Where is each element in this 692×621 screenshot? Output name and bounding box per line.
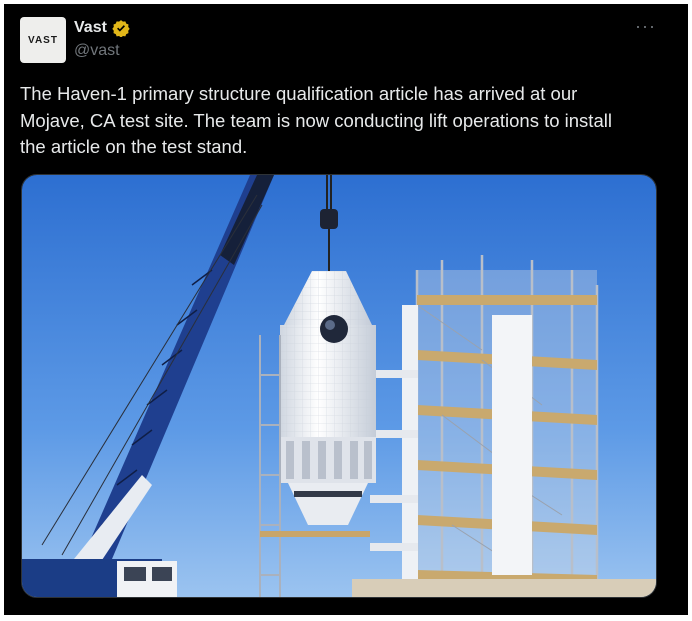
avatar-logo: VAST xyxy=(28,34,58,46)
tweet-card: VAST Vast @vast ··· The Haven-1 primary … xyxy=(4,4,688,615)
more-options-button[interactable]: ··· xyxy=(635,17,656,35)
author-name-row: Vast xyxy=(74,19,130,37)
more-horizontal-icon: ··· xyxy=(635,16,656,36)
verified-badge-icon xyxy=(112,19,130,37)
handle[interactable]: @vast xyxy=(74,42,120,60)
display-name[interactable]: Vast xyxy=(74,19,107,37)
tweet-photo[interactable] xyxy=(21,174,657,598)
avatar[interactable]: VAST xyxy=(20,17,66,63)
tweet-text: The Haven-1 primary structure qualificat… xyxy=(20,83,612,157)
photo-crane-spacecraft-illustration xyxy=(22,175,656,597)
